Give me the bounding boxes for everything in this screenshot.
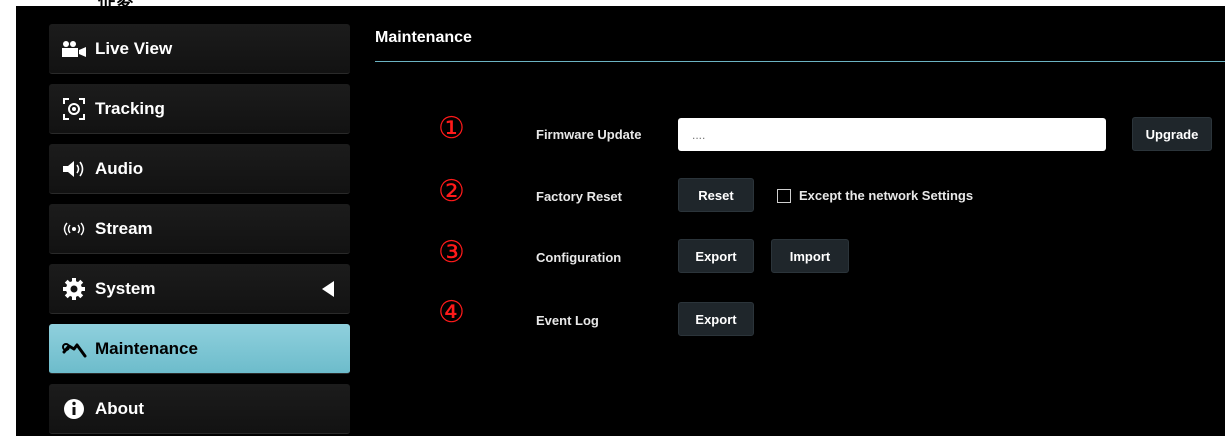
- firmware-file-input[interactable]: [678, 118, 1106, 151]
- sidebar-item-audio[interactable]: Audio: [49, 144, 350, 194]
- expand-arrow-icon[interactable]: [322, 281, 334, 297]
- sidebar-item-label: System: [95, 278, 156, 298]
- annotation-number-2: ②: [438, 175, 465, 208]
- upgrade-button[interactable]: Upgrade: [1132, 117, 1212, 151]
- config-import-button[interactable]: Import: [771, 239, 849, 273]
- gear-icon: [59, 277, 89, 301]
- event-log-label: Event Log: [536, 313, 599, 328]
- keep-network-settings-label: Except the network Settings: [799, 188, 974, 203]
- sidebar-item-label: Live View: [95, 38, 173, 58]
- annotation-number-3: ③: [438, 236, 465, 269]
- sidebar-item-maintenance[interactable]: Maintenance: [49, 324, 350, 374]
- title-divider: [375, 61, 1225, 62]
- keep-network-settings-checkbox[interactable]: [777, 189, 791, 203]
- info-icon: [59, 397, 89, 421]
- sidebar-item-label: Audio: [95, 158, 144, 178]
- sidebar-item-about[interactable]: About: [49, 384, 350, 434]
- broadcast-icon: [59, 217, 89, 241]
- speaker-icon: [59, 157, 89, 181]
- sidebar-item-live-view[interactable]: Live View: [49, 24, 350, 74]
- sidebar-item-tracking[interactable]: Tracking: [49, 84, 350, 134]
- sidebar-item-label: About: [95, 398, 145, 418]
- annotation-number-4: ④: [438, 296, 465, 329]
- wrench-icon: [59, 337, 89, 361]
- sidebar-item-label: Stream: [95, 218, 153, 238]
- configuration-label: Configuration: [536, 250, 622, 265]
- app-screen: Live View Tracking Audio Stream System M…: [17, 7, 1225, 436]
- video-camera-icon: [59, 37, 89, 61]
- reset-button[interactable]: Reset: [678, 178, 754, 212]
- event-log-export-button[interactable]: Export: [678, 302, 754, 336]
- sidebar-item-stream[interactable]: Stream: [49, 204, 350, 254]
- config-export-button[interactable]: Export: [678, 239, 754, 273]
- sidebar-item-label: Tracking: [95, 98, 165, 118]
- annotation-number-1: ①: [438, 112, 465, 145]
- factory-reset-label: Factory Reset: [536, 189, 622, 204]
- sidebar-item-label: Maintenance: [95, 338, 198, 358]
- page-title: Maintenance: [375, 29, 472, 46]
- firmware-update-label: Firmware Update: [536, 127, 642, 142]
- tracking-target-icon: [59, 97, 89, 121]
- sidebar-item-system[interactable]: System: [49, 264, 350, 314]
